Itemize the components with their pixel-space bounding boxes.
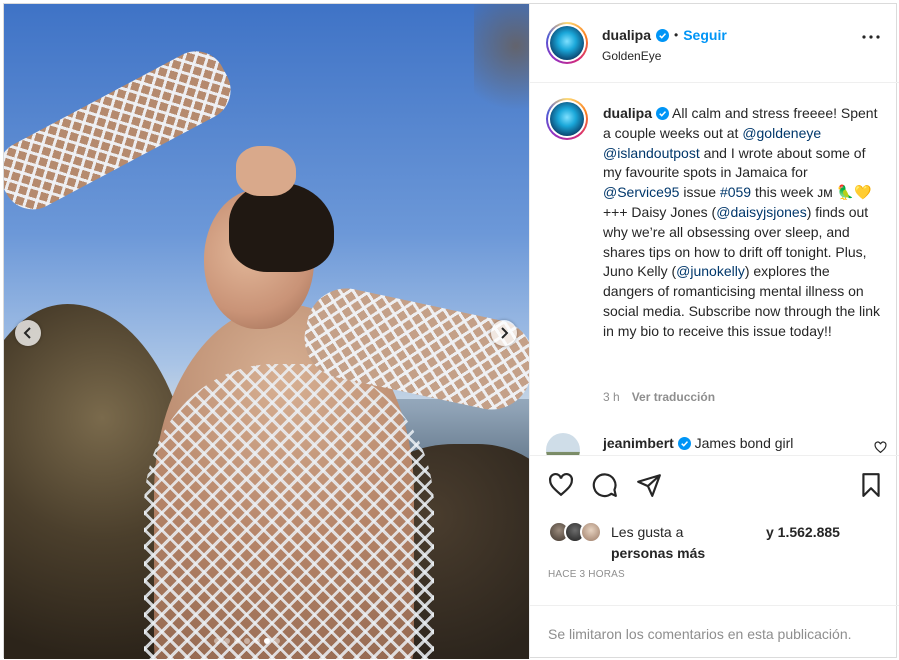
photo-subject-dress xyxy=(144,364,434,659)
post-timestamp[interactable]: Hace 3 horas xyxy=(548,569,625,580)
share-send-icon[interactable] xyxy=(636,472,662,498)
carousel-dot xyxy=(234,638,240,644)
caption-mention-link[interactable]: @daisyjsjones xyxy=(716,204,806,220)
commenter-username[interactable]: jeanimbert xyxy=(603,435,674,451)
carousel-dot xyxy=(244,638,250,644)
post-location[interactable]: GoldenEye xyxy=(602,49,661,63)
caption-username[interactable]: dualipa xyxy=(603,105,652,121)
follow-button[interactable]: Seguir xyxy=(683,27,727,43)
likes-text: Les gusta a y 1.562.885 personas más xyxy=(611,522,891,564)
carousel-dot xyxy=(224,638,230,644)
comments-limited-notice: Se limitaron los comentarios en esta pub… xyxy=(530,605,899,659)
comment-text: James bond girl xyxy=(694,435,794,451)
caption-author-avatar[interactable] xyxy=(546,98,588,140)
verified-badge-icon xyxy=(677,437,691,450)
caption-text-segment: issue xyxy=(679,184,720,201)
separator-dot: • xyxy=(674,28,679,42)
like-heart-icon[interactable] xyxy=(548,472,574,498)
likes-count[interactable]: y 1.562.885 xyxy=(766,522,840,543)
photo-subject-hand xyxy=(236,146,296,196)
caption-text: All calm and stress freeee! Spent a coup… xyxy=(603,105,880,339)
carousel-prev-button[interactable] xyxy=(15,320,41,346)
likes-suffix[interactable]: personas más xyxy=(611,543,891,564)
post-header: dualipa • Seguir GoldenEye xyxy=(530,4,899,83)
chevron-left-icon xyxy=(23,327,31,339)
caption-mention-link[interactable]: @islandoutpost xyxy=(603,145,700,161)
post-dialog: dualipa • Seguir GoldenEye dualipa All c… xyxy=(3,3,899,659)
carousel-dot xyxy=(264,638,270,644)
post-caption: dualipa All calm and stress freeee! Spen… xyxy=(603,104,883,342)
carousel-next-button[interactable] xyxy=(491,320,517,346)
carousel-dot xyxy=(214,638,220,644)
carousel-dot xyxy=(274,638,280,644)
likes-prefix: Les gusta a xyxy=(611,524,684,540)
post-photo xyxy=(4,4,529,659)
caption-mention-link[interactable]: @Service95 xyxy=(603,184,679,200)
author-username[interactable]: dualipa xyxy=(602,27,651,43)
carousel-dot xyxy=(254,638,260,644)
chevron-right-icon xyxy=(501,327,509,339)
see-translation-link[interactable]: Ver traducción xyxy=(632,390,715,404)
verified-badge-icon xyxy=(656,28,670,42)
caption-mention-link[interactable]: @junokelly xyxy=(676,263,745,279)
post-actions: Les gusta a y 1.562.885 personas más Hac… xyxy=(530,455,899,605)
commenter-avatar[interactable] xyxy=(546,433,580,455)
verified-badge-icon xyxy=(655,107,669,120)
photo-tree xyxy=(474,4,529,144)
author-line: dualipa • Seguir xyxy=(602,27,727,43)
more-options-icon[interactable] xyxy=(861,34,881,40)
liker-avatar xyxy=(580,521,602,543)
caption-mention-link[interactable]: @goldeneye xyxy=(742,125,821,141)
save-bookmark-icon[interactable] xyxy=(858,472,884,498)
liker-avatars xyxy=(548,521,606,545)
author-avatar[interactable] xyxy=(546,22,588,64)
photo-subject-arm-left xyxy=(4,40,242,220)
caption-time: 3 h xyxy=(603,390,620,404)
comments-section[interactable]: dualipa All calm and stress freeee! Spen… xyxy=(530,83,899,455)
caption-meta: 3 h Ver traducción xyxy=(603,390,715,404)
comment-text-line: jeanimbert James bond girl xyxy=(603,435,793,451)
comment-like-heart-icon[interactable] xyxy=(874,441,887,454)
caption-mention-link[interactable]: #059 xyxy=(720,184,751,200)
post-side-panel: dualipa • Seguir GoldenEye dualipa All c… xyxy=(529,4,899,659)
carousel-indicator xyxy=(214,638,280,644)
comment-item: jeanimbert James bond girl xyxy=(546,433,891,455)
photo-subject-hair xyxy=(229,182,334,272)
comment-bubble-icon[interactable] xyxy=(592,472,618,498)
